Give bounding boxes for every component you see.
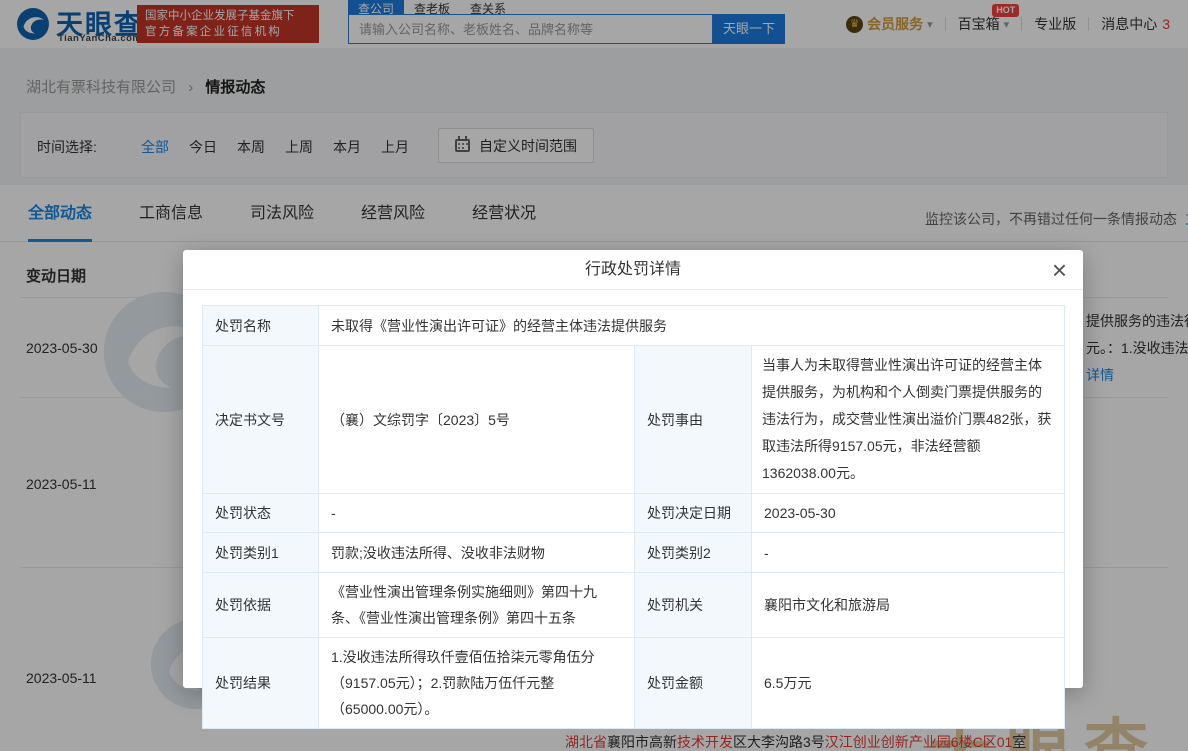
table-row: 处罚结果 1.没收违法所得玖仟壹佰伍拾柒元零角伍分（9157.05元）；2.罚款… — [203, 638, 1065, 729]
field-value: 6.5万元 — [752, 638, 1065, 729]
field-label: 决定书文号 — [203, 346, 319, 494]
field-label: 处罚结果 — [203, 638, 319, 729]
field-value: 2023-05-30 — [752, 494, 1065, 533]
close-icon[interactable]: × — [1052, 254, 1067, 286]
field-value: - — [319, 494, 635, 533]
field-value: 当事人为未取得营业性演出许可证的经营主体提供服务，为机构和个人倒卖门票提供服务的… — [752, 346, 1065, 494]
field-label: 处罚依据 — [203, 573, 319, 638]
table-row: 处罚状态 - 处罚决定日期 2023-05-30 — [203, 494, 1065, 533]
field-label: 处罚状态 — [203, 494, 319, 533]
penalty-detail-modal: 行政处罚详情 × 处罚名称 未取得《营业性演出许可证》的经营主体违法提供服务 决… — [183, 250, 1083, 688]
field-label: 处罚事由 — [635, 346, 752, 494]
field-label: 处罚类别2 — [635, 533, 752, 573]
page: 天眼查 TianYanCha.com 国家中小企业发展子基金旗下 官方备案企业征… — [0, 0, 1188, 751]
table-row: 处罚依据 《营业性演出管理条例实施细则》第四十九条、《营业性演出管理条例》第四十… — [203, 573, 1065, 638]
field-label: 处罚名称 — [203, 306, 319, 346]
field-value: 襄阳市文化和旅游局 — [752, 573, 1065, 638]
field-value: （襄）文综罚字〔2023〕5号 — [319, 346, 635, 494]
table-row: 处罚类别1 罚款;没收违法所得、没收非法财物 处罚类别2 - — [203, 533, 1065, 573]
table-row: 决定书文号 （襄）文综罚字〔2023〕5号 处罚事由 当事人为未取得营业性演出许… — [203, 346, 1065, 494]
table-row: 处罚名称 未取得《营业性演出许可证》的经营主体违法提供服务 — [203, 306, 1065, 346]
field-value: - — [752, 533, 1065, 573]
field-value: 罚款;没收违法所得、没收非法财物 — [319, 533, 635, 573]
field-value: 1.没收违法所得玖仟壹佰伍拾柒元零角伍分（9157.05元）；2.罚款陆万伍仟元… — [319, 638, 635, 729]
field-label: 处罚机关 — [635, 573, 752, 638]
field-value: 未取得《营业性演出许可证》的经营主体违法提供服务 — [319, 306, 1065, 346]
field-label: 处罚金额 — [635, 638, 752, 729]
field-label: 处罚类别1 — [203, 533, 319, 573]
field-value: 《营业性演出管理条例实施细则》第四十九条、《营业性演出管理条例》第四十五条 — [319, 573, 635, 638]
penalty-detail-table: 处罚名称 未取得《营业性演出许可证》的经营主体违法提供服务 决定书文号 （襄）文… — [202, 305, 1065, 729]
field-label: 处罚决定日期 — [635, 494, 752, 533]
modal-title: 行政处罚详情 — [183, 250, 1083, 290]
